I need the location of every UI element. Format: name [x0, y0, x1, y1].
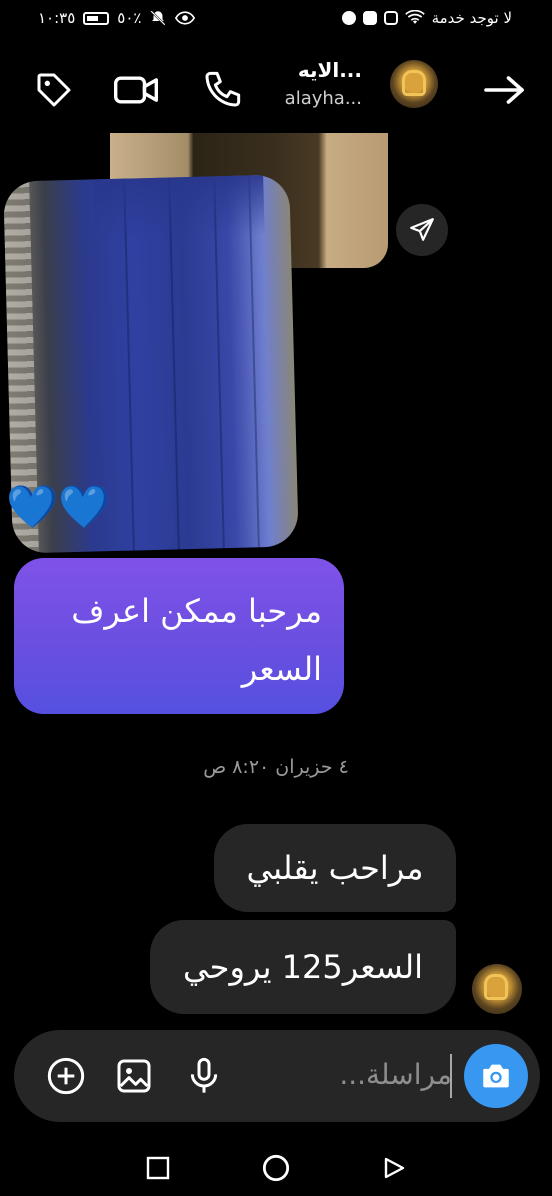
- heart-reaction: 💙💙: [6, 486, 111, 528]
- add-icon[interactable]: [44, 1054, 88, 1098]
- photo-detail: [123, 178, 135, 551]
- text-caret: [450, 1054, 452, 1098]
- status-left: ١٠:٣٥ ٥٠٪: [38, 9, 196, 27]
- youtube-icon: [362, 11, 377, 25]
- contact-handle[interactable]: alayha...: [222, 88, 362, 109]
- status-right: لا توجد خدمة: [341, 9, 512, 27]
- pinterest-icon: [341, 11, 356, 25]
- instagram-icon: [383, 11, 398, 25]
- system-nav-bar: [0, 1136, 552, 1196]
- home-icon[interactable]: [262, 1154, 290, 1182]
- received-message-bubble[interactable]: مراحب يقلبي: [214, 824, 456, 912]
- chat-header: الايه... alayha...: [0, 48, 552, 128]
- photo-detail: [213, 176, 225, 549]
- video-call-icon[interactable]: [114, 68, 158, 112]
- sender-avatar[interactable]: [472, 964, 522, 1014]
- wifi-icon: [404, 10, 425, 24]
- camera-icon: [483, 1064, 509, 1088]
- mic-icon[interactable]: [182, 1054, 226, 1098]
- send-icon: [410, 218, 434, 241]
- back-icon[interactable]: [380, 1154, 408, 1182]
- contact-name[interactable]: الايه...: [222, 58, 362, 82]
- photo-detail: [168, 177, 180, 550]
- tag-icon[interactable]: [32, 68, 76, 112]
- status-time: ١٠:٣٥: [38, 9, 76, 27]
- contact-avatar[interactable]: [390, 60, 438, 108]
- message-input[interactable]: مراسلة...: [339, 1058, 452, 1091]
- mute-icon: [150, 10, 167, 26]
- carrier-text: لا توجد خدمة: [431, 9, 512, 27]
- battery-percent: ٥٠٪: [117, 9, 142, 27]
- battery-icon: [83, 11, 110, 25]
- back-arrow-icon[interactable]: [482, 68, 526, 112]
- recents-icon[interactable]: [144, 1154, 172, 1182]
- sent-message-bubble[interactable]: مرحبا ممكن اعرف السعر: [14, 558, 344, 714]
- camera-button[interactable]: [464, 1044, 528, 1108]
- photo-detail: [248, 175, 260, 548]
- gallery-icon[interactable]: [112, 1054, 156, 1098]
- received-message-bubble[interactable]: السعر125 يروحي: [150, 920, 456, 1014]
- status-bar: ١٠:٣٥ ٥٠٪ لا توجد خدمة: [0, 0, 552, 36]
- message-timestamp: ٤ حزيران ٨:٢٠ ص: [203, 756, 349, 778]
- blue-hearts-emoji: 💙💙: [6, 482, 111, 531]
- message-composer: مراسلة...: [14, 1030, 540, 1122]
- share-button[interactable]: [396, 204, 448, 256]
- eye-icon: [175, 11, 196, 25]
